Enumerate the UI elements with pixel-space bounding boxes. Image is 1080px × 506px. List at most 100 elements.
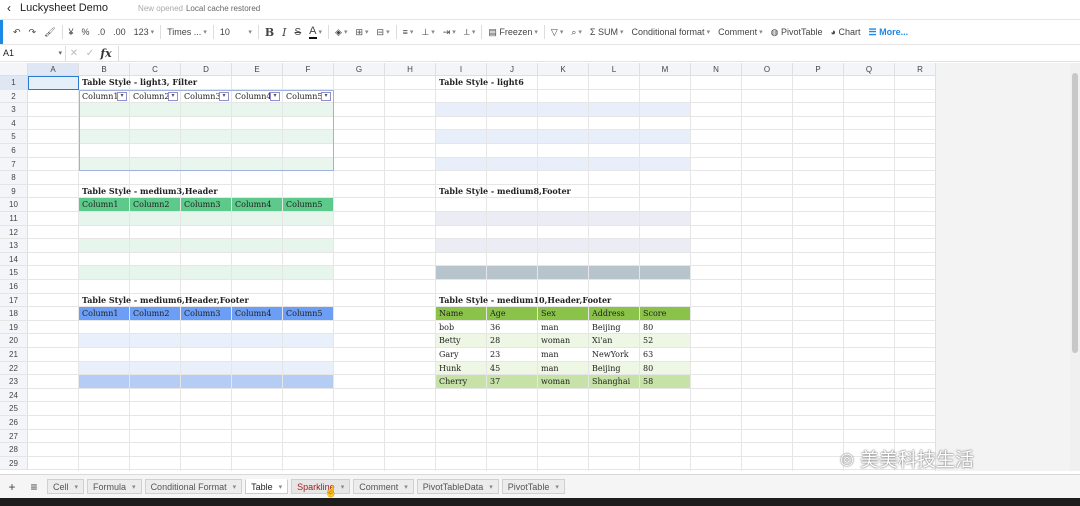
column-header-o[interactable]: O xyxy=(742,63,793,76)
chevron-down-icon[interactable]: ▾ xyxy=(404,483,408,491)
column-header-h[interactable]: H xyxy=(385,63,436,76)
row-header-13[interactable]: 13 xyxy=(0,239,28,253)
currency-format-button[interactable]: ¥ xyxy=(65,22,78,42)
chevron-down-icon[interactable]: ▾ xyxy=(75,483,79,491)
row-header-18[interactable]: 18 xyxy=(0,307,28,321)
row-header-23[interactable]: 23 xyxy=(0,375,28,389)
column-header-m[interactable]: M xyxy=(640,63,691,76)
chevron-left-icon[interactable]: ‹ xyxy=(2,1,16,15)
filter-dropdown-icon[interactable]: ▾ xyxy=(168,91,178,101)
font-size-dropdown[interactable]: 10 ▾ xyxy=(216,22,256,42)
row-header-4[interactable]: 4 xyxy=(0,116,28,131)
column-header-d[interactable]: D xyxy=(181,63,232,76)
chevron-down-icon[interactable]: ▾ xyxy=(233,483,237,491)
percent-format-button[interactable]: % xyxy=(78,22,94,42)
redo-icon[interactable]: ↷ xyxy=(25,22,41,42)
row-header-28[interactable]: 28 xyxy=(0,443,28,457)
more-button[interactable]: ☰ More... xyxy=(864,22,912,42)
sheet-tab-pivottabledata[interactable]: PivotTableData ▾ xyxy=(416,479,499,494)
row-header-22[interactable]: 22 xyxy=(0,361,28,376)
font-family-dropdown[interactable]: Times ... ▾ xyxy=(163,22,211,42)
row-header-11[interactable]: 11 xyxy=(0,212,28,226)
vertical-align-icon[interactable]: ⊥ ▾ xyxy=(417,22,438,42)
column-header-f[interactable]: F xyxy=(283,63,334,76)
function-icon[interactable]: fx xyxy=(98,47,114,60)
column-header-k[interactable]: K xyxy=(538,63,589,76)
format-painter-icon[interactable]: 🖌 xyxy=(40,22,59,42)
row-header-5[interactable]: 5 xyxy=(0,130,28,144)
sheet-list-icon[interactable]: ≡ xyxy=(24,480,44,494)
find-icon[interactable]: ⌕ ▾ xyxy=(567,22,586,42)
bold-button[interactable]: B xyxy=(261,22,278,42)
row-header-27[interactable]: 27 xyxy=(0,429,28,444)
sheet-tab-pivottable[interactable]: PivotTable ▾ xyxy=(501,479,565,494)
chevron-down-icon[interactable]: ▾ xyxy=(341,483,345,491)
add-sheet-icon[interactable]: + xyxy=(2,480,22,494)
comment-dropdown[interactable]: Comment ▾ xyxy=(714,22,767,42)
column-header-g[interactable]: G xyxy=(334,63,385,76)
freeze-dropdown[interactable]: ▤ Freezen ▾ xyxy=(484,22,542,42)
vertical-scrollbar[interactable] xyxy=(1070,63,1080,471)
sheet-tab-formula[interactable]: Formula ▾ xyxy=(87,479,142,494)
italic-button[interactable]: I xyxy=(278,22,290,42)
column-header-b[interactable]: B xyxy=(79,63,130,76)
column-header-i[interactable]: I xyxy=(436,63,487,76)
column-header-a[interactable]: A xyxy=(28,63,79,76)
sheet-tab-sparkline[interactable]: Sparkline ▾ xyxy=(291,479,351,494)
filter-dropdown-icon[interactable]: ▾ xyxy=(321,91,331,101)
row-header-16[interactable]: 16 xyxy=(0,280,28,294)
row-header-21[interactable]: 21 xyxy=(0,348,28,362)
chevron-down-icon[interactable]: ▾ xyxy=(555,483,559,491)
scrollbar-thumb[interactable] xyxy=(1072,73,1078,353)
text-wrap-icon[interactable]: ⇥ ▾ xyxy=(439,22,460,42)
row-header-17[interactable]: 17 xyxy=(0,293,28,308)
sheet-tab-comment[interactable]: Comment ▾ xyxy=(353,479,414,494)
row-header-12[interactable]: 12 xyxy=(0,225,28,240)
sheet-tab-conditional-format[interactable]: Conditional Format ▾ xyxy=(144,479,243,494)
cancel-icon[interactable]: ✕ xyxy=(66,48,82,59)
chevron-down-icon[interactable]: ▾ xyxy=(489,483,493,491)
conditional-format-dropdown[interactable]: Conditional format ▾ xyxy=(628,22,715,42)
formula-input[interactable] xyxy=(118,45,1080,61)
horizontal-align-icon[interactable]: ≡ ▾ xyxy=(399,22,418,42)
sheet-grid[interactable]: Table Style - light3, Filter Table Style … xyxy=(28,76,935,471)
increase-decimal-button[interactable]: .00 xyxy=(109,22,130,42)
undo-icon[interactable]: ↶ xyxy=(9,22,25,42)
text-color-button[interactable]: A ▾ xyxy=(305,22,326,42)
row-header-14[interactable]: 14 xyxy=(0,252,28,267)
confirm-icon[interactable]: ✓ xyxy=(82,48,98,59)
pivot-table-button[interactable]: ◍ PivotTable xyxy=(767,22,827,42)
column-header-q[interactable]: Q xyxy=(844,63,895,76)
row-header-25[interactable]: 25 xyxy=(0,402,28,416)
column-header-p[interactable]: P xyxy=(793,63,844,76)
column-header-c[interactable]: C xyxy=(130,63,181,76)
chart-button[interactable]: ◕ Chart xyxy=(827,22,865,42)
row-header-26[interactable]: 26 xyxy=(0,416,28,430)
merge-cells-icon[interactable]: ⊟ ▾ xyxy=(373,22,394,42)
filter-icon[interactable]: ▽ ▾ xyxy=(547,22,567,42)
row-header-6[interactable]: 6 xyxy=(0,144,28,158)
column-header-j[interactable]: J xyxy=(487,63,538,76)
fill-color-icon[interactable]: ◈ ▾ xyxy=(331,22,351,42)
row-header-24[interactable]: 24 xyxy=(0,388,28,403)
cell-reference-box[interactable]: A1 ▾ xyxy=(0,45,66,61)
number-format-dropdown[interactable]: 123 ▾ xyxy=(130,22,159,42)
row-header-15[interactable]: 15 xyxy=(0,266,28,280)
row-header-1[interactable]: 1 xyxy=(0,76,28,90)
sum-dropdown[interactable]: Σ SUM ▾ xyxy=(586,22,628,42)
select-all-corner[interactable] xyxy=(0,63,28,76)
row-header-29[interactable]: 29 xyxy=(0,456,28,471)
filter-dropdown-icon[interactable]: ▾ xyxy=(117,91,127,101)
border-icon[interactable]: ⊞ ▾ xyxy=(351,22,372,42)
decrease-decimal-button[interactable]: .0 xyxy=(94,22,110,42)
filter-dropdown-icon[interactable]: ▾ xyxy=(219,91,229,101)
chevron-down-icon[interactable]: ▾ xyxy=(132,483,136,491)
row-header-19[interactable]: 19 xyxy=(0,320,28,335)
column-header-l[interactable]: L xyxy=(589,63,640,76)
filter-dropdown-icon[interactable]: ▾ xyxy=(270,91,280,101)
row-header-7[interactable]: 7 xyxy=(0,157,28,172)
text-rotate-icon[interactable]: ⟂ ▾ xyxy=(460,22,480,42)
chevron-down-icon[interactable]: ▾ xyxy=(279,483,283,491)
strikethrough-button[interactable]: S xyxy=(291,22,306,42)
sheet-tab-cell[interactable]: Cell ▾ xyxy=(47,479,85,494)
